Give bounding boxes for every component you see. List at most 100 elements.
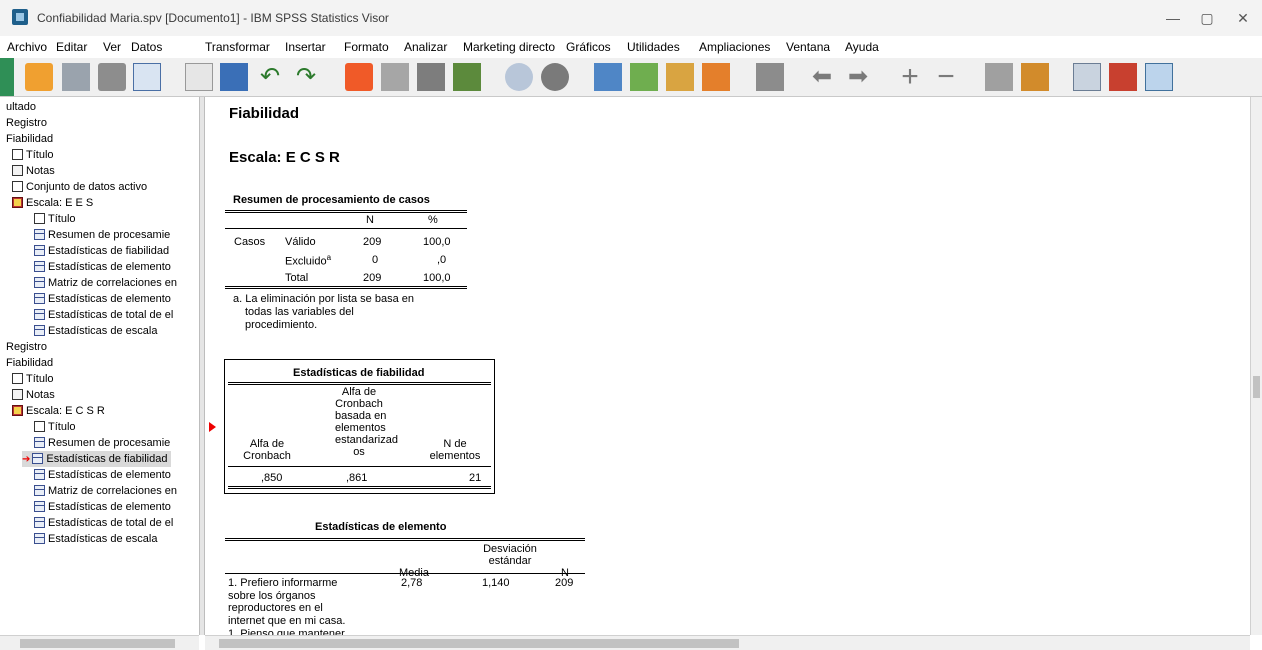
outline-item[interactable]: Escala: E C S R xyxy=(12,403,105,419)
print-icon[interactable] xyxy=(98,63,126,91)
undo-icon[interactable]: ↶ xyxy=(256,63,284,91)
insert-output-icon[interactable] xyxy=(630,63,658,91)
col-n-header: N xyxy=(366,214,374,226)
outline-item[interactable]: Estadísticas de elemento xyxy=(34,467,171,483)
open-folder-icon[interactable] xyxy=(25,63,53,91)
outline-item[interactable]: Matriz de correlaciones en xyxy=(34,275,177,291)
outline-item[interactable]: ultado xyxy=(6,99,36,115)
outline-item[interactable]: Fiabilidad xyxy=(6,131,53,147)
header-line: estándar xyxy=(488,555,532,567)
outline-item-label: Estadísticas de elemento xyxy=(48,469,171,481)
menu-archivo[interactable]: Archivo xyxy=(7,40,47,54)
output-horizontal-scrollbar[interactable] xyxy=(205,635,1250,650)
outline-horizontal-scrollbar[interactable] xyxy=(0,635,199,650)
designate-window-icon[interactable] xyxy=(594,63,622,91)
vertical-scrollbar[interactable] xyxy=(1250,97,1262,635)
outline-item[interactable]: Estadísticas de fiabilidad xyxy=(34,243,169,259)
use-sets-icon[interactable] xyxy=(541,63,569,91)
outline-item[interactable]: Registro xyxy=(6,115,47,131)
collapse-icon[interactable]: − xyxy=(932,62,960,92)
menu-analizar[interactable]: Analizar xyxy=(404,40,447,54)
item-stats-title[interactable]: Estadísticas de elemento xyxy=(315,521,446,533)
recall-dialog-icon[interactable] xyxy=(220,63,248,91)
menu-ampliaciones[interactable]: Ampliaciones xyxy=(699,40,770,54)
output-scroll-thumb[interactable] xyxy=(219,639,739,648)
book-icon xyxy=(12,197,23,208)
outline-item[interactable]: Estadísticas de elemento xyxy=(34,259,171,275)
outline-item[interactable]: Matriz de correlaciones en xyxy=(34,483,177,499)
outline-item-label: Fiabilidad xyxy=(6,357,54,369)
menu-formato[interactable]: Formato xyxy=(344,40,389,54)
outline-item[interactable]: Título xyxy=(34,419,76,435)
row-n: 0 xyxy=(372,254,379,266)
menu-editar[interactable]: Editar xyxy=(56,40,87,54)
insert-object-icon[interactable] xyxy=(1145,63,1173,91)
outline-item[interactable]: Estadísticas de elemento xyxy=(34,499,171,515)
menu-utilidades[interactable]: Utilidades xyxy=(627,40,680,54)
col-desv-header: Desviación estándar xyxy=(475,543,545,567)
reliability-table[interactable]: Estadísticas de fiabilidad Alfa de Cronb… xyxy=(224,359,495,494)
outline-item[interactable]: Estadísticas de escala xyxy=(34,323,157,339)
hide-icon[interactable] xyxy=(1021,63,1049,91)
outline-item[interactable]: Escala: E E S xyxy=(12,195,93,211)
outline-item[interactable]: Título xyxy=(12,147,54,163)
vertical-scroll-thumb[interactable] xyxy=(1253,376,1260,398)
goto-variable-icon[interactable] xyxy=(417,63,445,91)
outline-item[interactable]: Resumen de procesamie xyxy=(34,227,170,243)
outline-item[interactable]: Registro xyxy=(6,339,47,355)
outline-item[interactable]: Notas xyxy=(12,387,55,403)
expand-icon[interactable]: + xyxy=(896,62,924,92)
outline-item-selected[interactable]: ➔ Estadísticas de fiabilidad xyxy=(22,451,172,467)
insert-heading-icon[interactable] xyxy=(666,63,694,91)
item-label-partial: 1. Pienso que mantener xyxy=(228,628,345,635)
menu-insertar[interactable]: Insertar xyxy=(285,40,326,54)
goto-case-icon[interactable] xyxy=(381,63,409,91)
item-n: 209 xyxy=(555,577,574,589)
insert-title-icon[interactable] xyxy=(702,63,730,91)
menu-datos[interactable]: Datos xyxy=(131,40,162,54)
menu-marketing-directo[interactable]: Marketing directo xyxy=(463,40,555,54)
goto-data-icon[interactable] xyxy=(345,63,373,91)
print-preview-icon[interactable] xyxy=(133,63,161,91)
group-label: Casos xyxy=(234,236,266,248)
export-icon[interactable] xyxy=(185,63,213,91)
outline-item[interactable]: Conjunto de datos activo xyxy=(12,179,147,195)
maximize-button[interactable]: ▢ xyxy=(1192,8,1222,28)
demote-icon[interactable]: ➡ xyxy=(844,63,872,91)
redo-icon[interactable]: ↷ xyxy=(292,63,320,91)
footnote-line: todas las variables del xyxy=(245,306,354,318)
outline-item[interactable]: Estadísticas de escala xyxy=(34,531,157,547)
show-all-icon[interactable] xyxy=(505,63,533,91)
table-icon xyxy=(34,517,45,528)
item-label-line: 1. Prefiero informarme xyxy=(228,577,338,589)
promote-icon[interactable]: ⬅ xyxy=(808,63,836,91)
menu-ver[interactable]: Ver xyxy=(103,40,121,54)
menu-ayuda[interactable]: Ayuda xyxy=(845,40,879,54)
case-summary-title[interactable]: Resumen de procesamiento de casos xyxy=(233,194,430,206)
outline-scroll-thumb[interactable] xyxy=(20,639,175,648)
outline-item[interactable]: Estadísticas de elemento xyxy=(34,291,171,307)
outline-item[interactable]: Estadísticas de total de el xyxy=(34,307,173,323)
outline-item[interactable]: Título xyxy=(34,211,76,227)
outline-item[interactable]: Notas xyxy=(12,163,55,179)
outline-item[interactable]: Resumen de procesamie xyxy=(34,435,170,451)
insert-chart-icon[interactable] xyxy=(1073,63,1101,91)
show-icon[interactable] xyxy=(985,63,1013,91)
save-icon[interactable] xyxy=(62,63,90,91)
insert-text-icon[interactable] xyxy=(756,63,784,91)
minimize-button[interactable]: — xyxy=(1158,8,1188,28)
insert-table-icon[interactable] xyxy=(1109,63,1137,91)
outline-item[interactable]: Título xyxy=(12,371,54,387)
menu-graficos[interactable]: Gráficos xyxy=(566,40,611,54)
footnote-marker: a xyxy=(326,253,332,262)
outline-item-label: Notas xyxy=(26,165,55,177)
close-button[interactable]: ✕ xyxy=(1228,8,1258,28)
variables-icon[interactable] xyxy=(453,63,481,91)
doc-icon xyxy=(34,421,45,432)
outline-item[interactable]: Fiabilidad xyxy=(6,355,53,371)
table-rule xyxy=(225,538,585,541)
output-pane: Fiabilidad Escala: E C S R Resumen de pr… xyxy=(205,97,1250,635)
menu-transformar[interactable]: Transformar xyxy=(205,40,270,54)
outline-item[interactable]: Estadísticas de total de el xyxy=(34,515,173,531)
menu-ventana[interactable]: Ventana xyxy=(786,40,830,54)
